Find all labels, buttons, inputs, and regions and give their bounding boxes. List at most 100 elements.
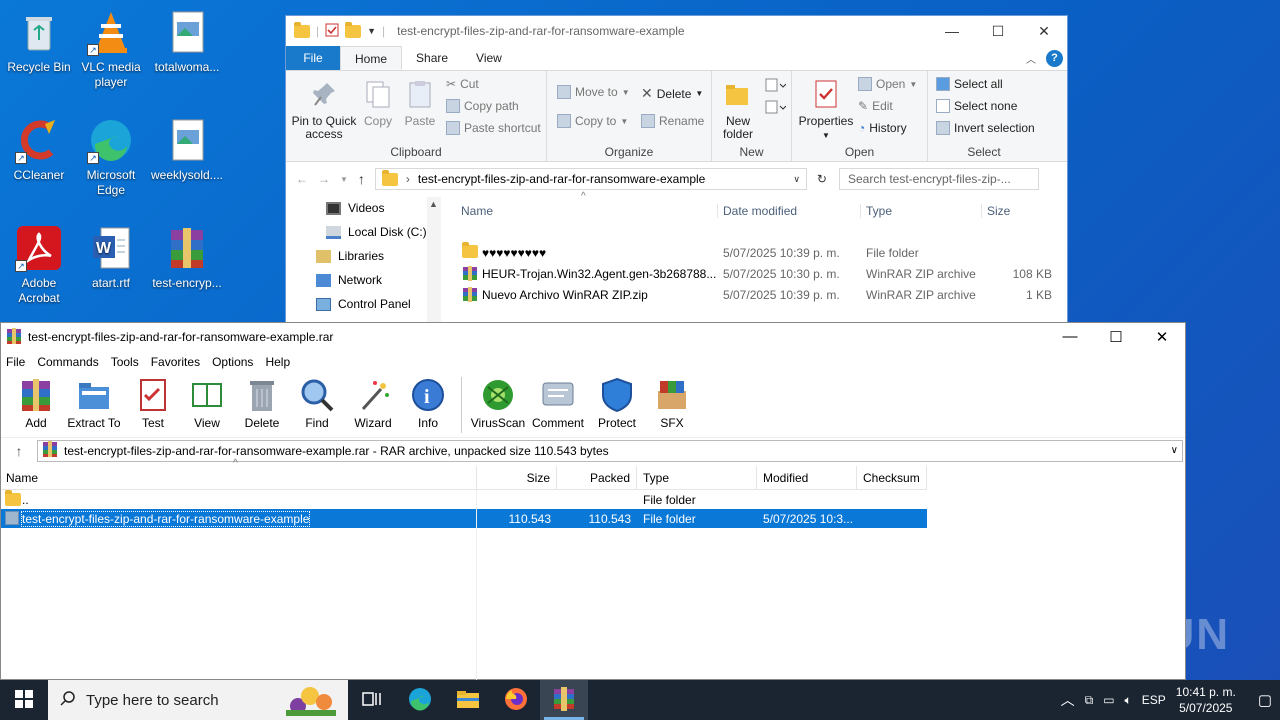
archive-row-selected[interactable]: test-encrypt-files-zip-and-rar-for-ranso…: [1, 509, 927, 528]
info-button[interactable]: i Info: [401, 373, 455, 430]
tab-share[interactable]: Share: [402, 46, 462, 70]
desktop-icon-test-encryp[interactable]: test-encryp...: [148, 224, 226, 291]
tab-file[interactable]: File: [286, 46, 340, 70]
menu-options[interactable]: Options: [212, 355, 253, 369]
notifications-icon[interactable]: ▢: [1258, 691, 1272, 709]
tab-view[interactable]: View: [462, 46, 516, 70]
up-arrow-icon[interactable]: ↑: [358, 171, 365, 187]
tab-home[interactable]: Home: [340, 46, 403, 70]
taskbar-edge[interactable]: [396, 680, 444, 720]
network-status-icon[interactable]: ▭: [1103, 693, 1114, 707]
properties-check-icon[interactable]: [325, 23, 339, 40]
network-device-icon[interactable]: ⧉: [1085, 693, 1094, 708]
column-header-date[interactable]: Date modified: [717, 204, 797, 218]
minimize-button[interactable]: —: [1047, 328, 1093, 346]
nav-item-videos[interactable]: Videos: [326, 201, 384, 215]
archive-row[interactable]: .. File folder: [1, 490, 927, 509]
desktop-icon-adobe-acrobat[interactable]: ↗ Adobe Acrobat: [0, 224, 78, 306]
add-button[interactable]: Add: [11, 373, 61, 430]
taskbar-clock[interactable]: 10:41 p. m. 5/07/2025: [1176, 684, 1236, 716]
collapse-ribbon-icon[interactable]: ︿: [1026, 51, 1036, 66]
edit-button[interactable]: ✎ Edit: [858, 99, 893, 113]
protect-button[interactable]: Protect: [588, 373, 646, 430]
task-view-button[interactable]: [348, 680, 396, 720]
back-arrow-icon[interactable]: ←: [296, 172, 308, 186]
column-header-checksum[interactable]: Checksum: [857, 466, 927, 490]
cut-button[interactable]: ✂ Cut: [446, 77, 479, 91]
taskbar-firefox[interactable]: [492, 680, 540, 720]
copy-to-button[interactable]: Copy to ▼: [557, 114, 628, 128]
view-button[interactable]: View: [179, 373, 235, 430]
close-button[interactable]: ✕: [1139, 328, 1185, 346]
history-button[interactable]: ◔ History: [858, 121, 907, 135]
taskbar-search-box[interactable]: Type here to search: [48, 680, 348, 720]
maximize-button[interactable]: ☐: [1093, 328, 1139, 346]
move-to-button[interactable]: Move to ▼: [557, 85, 630, 99]
taskbar-winrar[interactable]: [540, 680, 588, 720]
address-bar[interactable]: › test-encrypt-files-zip-and-rar-for-ran…: [374, 168, 807, 190]
menu-favorites[interactable]: Favorites: [151, 355, 200, 369]
nav-item-control-panel[interactable]: Control Panel: [316, 297, 411, 311]
wizard-button[interactable]: Wizard: [345, 373, 401, 430]
new-folder-button[interactable]: New folder: [718, 79, 758, 141]
help-icon[interactable]: ?: [1046, 49, 1063, 67]
column-header-packed[interactable]: Packed: [557, 466, 637, 490]
address-dropdown-icon[interactable]: ∨: [793, 174, 806, 185]
column-header-type[interactable]: Type: [860, 204, 892, 218]
file-row[interactable]: HEUR-Trojan.Win32.Agent.gen-3b268788... …: [462, 264, 1062, 284]
menu-tools[interactable]: Tools: [111, 355, 139, 369]
refresh-icon[interactable]: ↻: [817, 172, 827, 186]
nav-item-libraries[interactable]: Libraries: [316, 249, 384, 263]
pin-quick-access-button[interactable]: Pin to Quick access: [290, 79, 358, 141]
new-folder-qa-icon[interactable]: [345, 21, 362, 38]
easy-access-icon[interactable]: [764, 99, 787, 118]
find-button[interactable]: Find: [289, 373, 345, 430]
menu-file[interactable]: File: [6, 355, 25, 369]
taskbar-file-explorer[interactable]: [444, 680, 492, 720]
forward-arrow-icon[interactable]: →: [318, 172, 330, 186]
nav-scrollbar[interactable]: ▲: [427, 197, 441, 325]
properties-button[interactable]: Properties ▼: [798, 79, 854, 142]
test-button[interactable]: Test: [127, 373, 179, 430]
invert-selection-button[interactable]: Invert selection: [936, 121, 1035, 135]
qa-dropdown-icon[interactable]: ▼: [367, 26, 376, 36]
desktop-icon-vlc[interactable]: ↗ VLC media player: [72, 8, 150, 90]
select-none-button[interactable]: Select none: [936, 99, 1017, 113]
desktop-icon-weeklysold[interactable]: weeklysold....: [148, 116, 226, 183]
file-row[interactable]: ♥♥♥♥♥♥♥♥♥ 5/07/2025 10:39 p. m. File fol…: [462, 242, 1062, 263]
maximize-button[interactable]: ☐: [975, 23, 1021, 40]
sfx-button[interactable]: SFX: [646, 373, 698, 430]
extract-to-button[interactable]: Extract To: [61, 373, 127, 430]
column-header-size[interactable]: Size: [981, 204, 1010, 218]
volume-icon[interactable]: 🔈︎: [1125, 693, 1132, 708]
copy-path-button[interactable]: Copy path: [446, 99, 519, 113]
virusscan-button[interactable]: VirusScan: [468, 373, 528, 430]
comment-button[interactable]: Comment: [528, 373, 588, 430]
delete-archive-button[interactable]: Delete: [235, 373, 289, 430]
scroll-up-icon[interactable]: ▲: [429, 199, 438, 209]
column-header-name[interactable]: Name: [461, 204, 493, 218]
column-header-modified[interactable]: Modified: [757, 466, 857, 490]
nav-item-network[interactable]: Network: [316, 273, 382, 287]
close-button[interactable]: ✕: [1021, 23, 1067, 40]
paste-shortcut-button[interactable]: Paste shortcut: [446, 121, 541, 135]
nav-item-local-disk[interactable]: Local Disk (C:): [326, 225, 427, 239]
menu-help[interactable]: Help: [265, 355, 290, 369]
desktop-icon-ccleaner[interactable]: ↗ CCleaner: [0, 116, 78, 183]
paste-button[interactable]: Paste: [402, 79, 438, 128]
open-button[interactable]: Open ▼: [858, 77, 917, 91]
menu-commands[interactable]: Commands: [37, 355, 98, 369]
desktop-icon-atart-rtf[interactable]: W atart.rtf: [72, 224, 150, 291]
explorer-search-input[interactable]: Search test-encrypt-files-zip-...: [838, 168, 1039, 190]
language-indicator[interactable]: ESP: [1142, 693, 1166, 707]
copy-button[interactable]: Copy: [360, 79, 396, 128]
column-header-name[interactable]: Name: [1, 466, 477, 490]
recent-dropdown-icon[interactable]: ▼: [340, 175, 348, 184]
start-button[interactable]: [0, 680, 48, 720]
desktop-icon-totalwoma[interactable]: totalwoma...: [148, 8, 226, 75]
desktop-icon-recycle-bin[interactable]: Recycle Bin: [0, 8, 78, 75]
archive-path-dropdown[interactable]: test-encrypt-files-zip-and-rar-for-ranso…: [37, 439, 1183, 462]
rename-button[interactable]: Rename: [641, 114, 704, 128]
desktop-icon-edge[interactable]: ↗ Microsoft Edge: [72, 116, 150, 198]
file-row[interactable]: Nuevo Archivo WinRAR ZIP.zip 5/07/2025 1…: [462, 285, 1062, 305]
